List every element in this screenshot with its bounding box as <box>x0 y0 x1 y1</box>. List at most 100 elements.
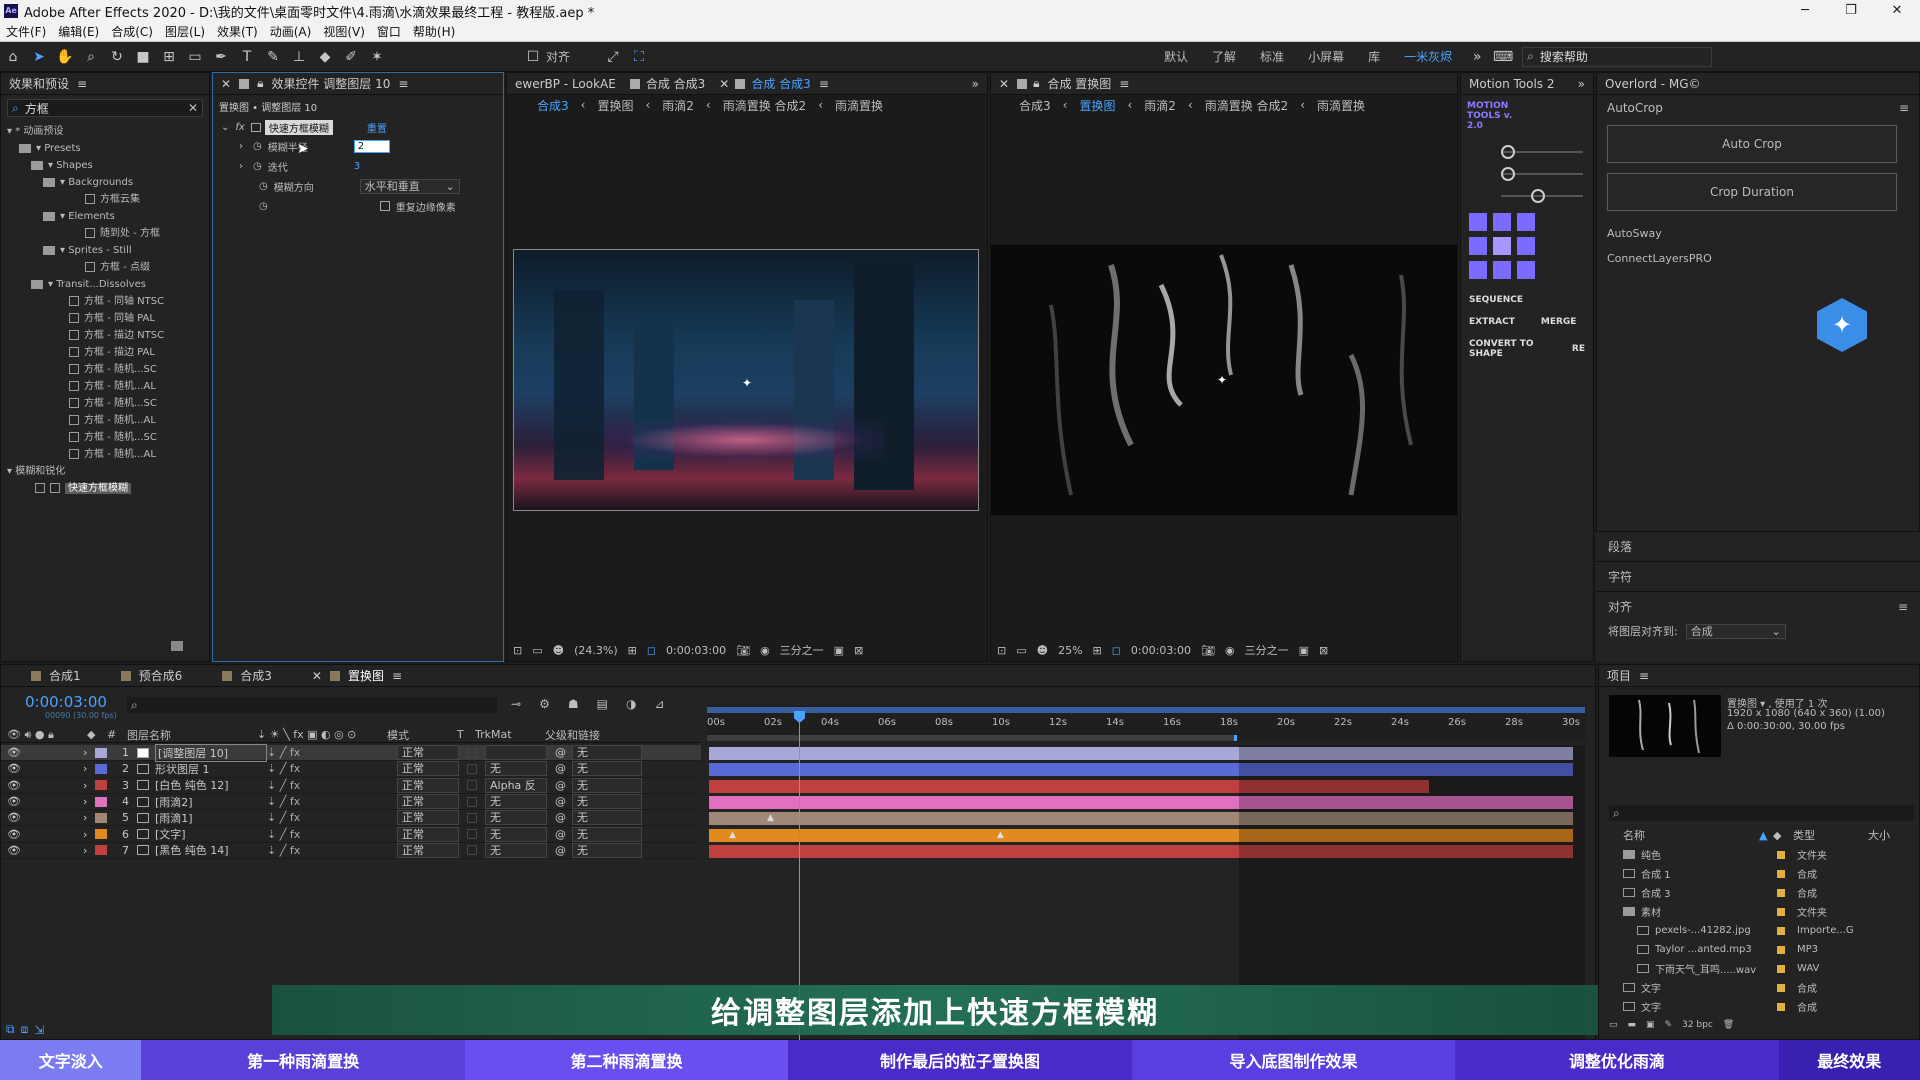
preserve-transparency-checkbox[interactable] <box>467 796 477 807</box>
monitor-icon[interactable]: ▭ <box>532 644 542 657</box>
chapter-1[interactable]: 文字淡入 <box>0 1040 142 1080</box>
motion-blur-icon[interactable]: ◑ <box>626 697 636 711</box>
tree-item[interactable]: 方框 - 描边 NTSC <box>1 327 209 344</box>
label-color-swatch[interactable] <box>1777 945 1785 954</box>
preserve-transparency-checkbox[interactable] <box>467 747 477 758</box>
pickwhip-icon[interactable]: @ <box>555 844 566 857</box>
draft-3d-icon[interactable]: ⚙ <box>539 697 550 711</box>
slider[interactable] <box>1471 167 1583 181</box>
anchor-grid[interactable] <box>1469 213 1585 279</box>
stopwatch-icon[interactable]: ◷ <box>259 181 268 192</box>
expand-icon[interactable]: › <box>83 844 95 857</box>
timecode[interactable]: 0:00:03:00 <box>25 693 107 711</box>
name-column-header[interactable]: 名称 <box>1609 827 1759 843</box>
effects-presets-tab[interactable]: 效果和预设 ≡ <box>1 73 209 95</box>
trkmat-dropdown[interactable] <box>485 745 547 761</box>
flow-node[interactable]: 雨滴置换 合成2 <box>723 97 806 114</box>
transparency-grid-icon[interactable]: ⊠ <box>854 644 863 657</box>
grid-icon[interactable]: ⊞ <box>1093 644 1102 657</box>
more-tabs-icon[interactable]: » <box>1578 77 1585 91</box>
workspace-standard[interactable]: 标准 <box>1248 48 1296 65</box>
restore-icon[interactable]: ❐ <box>1828 0 1874 22</box>
bpc-label[interactable]: 32 bpc <box>1682 1020 1713 1030</box>
close-tab-icon[interactable]: ✕ <box>312 669 322 683</box>
mode-header[interactable]: 模式 <box>387 727 457 743</box>
parent-dropdown[interactable]: 无 <box>572 826 642 842</box>
tree-item[interactable]: ▾ Sprites - Still <box>1 242 209 259</box>
lock-icon[interactable]: 🔒︎ <box>1033 76 1039 91</box>
crop-duration-button[interactable]: Crop Duration <box>1607 173 1897 211</box>
trkmat-dropdown[interactable]: 无 <box>485 842 547 858</box>
flow-node[interactable]: 雨滴置换 <box>1317 97 1365 114</box>
layer-row[interactable]: 👁︎ › 2 形状图层 1 ⇣ ╱ fx 正常 无 @ 无 <box>1 761 701 778</box>
layer-name[interactable]: [雨滴1] <box>155 810 267 826</box>
layer-row[interactable]: 👁︎ › 6 [文字] ⇣ ╱ fx 正常 无 @ 无 <box>1 826 701 843</box>
effect-controls-tab[interactable]: ✕ 🔒︎ 效果控件 调整图层 10 ≡ <box>213 73 503 95</box>
trash-icon[interactable]: 🗑︎ <box>1723 1020 1734 1030</box>
stopwatch-icon[interactable]: ◷ <box>253 141 262 152</box>
tree-item[interactable]: 方框 - 随机...AL <box>1 446 209 463</box>
mode-dropdown[interactable]: 正常 <box>397 761 459 777</box>
expand-icon[interactable]: › <box>239 141 243 152</box>
panel-menu-icon[interactable]: ≡ <box>398 77 408 91</box>
mode-dropdown[interactable]: 正常 <box>397 826 459 842</box>
menu-animation[interactable]: 动画(A) <box>264 22 318 42</box>
character-panel-title[interactable]: 字符 <box>1596 561 1920 591</box>
preserve-transparency-checkbox[interactable] <box>467 763 477 774</box>
visibility-icon[interactable]: 👁︎ <box>7 746 25 759</box>
anchor-cell[interactable] <box>1469 261 1487 279</box>
switches[interactable]: ⇣ ╱ fx <box>267 811 397 824</box>
project-item[interactable]: Taylor ...anted.mp3 MP3 <box>1609 940 1914 959</box>
grid-icon[interactable]: ⊞ <box>628 644 637 657</box>
iterations-value[interactable]: 3 <box>354 161 360 172</box>
mask-icon[interactable]: ☻ <box>1037 644 1048 657</box>
label-color-swatch[interactable] <box>1777 869 1785 878</box>
preserve-transparency-checkbox[interactable] <box>467 829 477 840</box>
color-channel-icon[interactable]: ◉ <box>760 644 770 657</box>
switches[interactable]: ⇣ ╱ fx <box>267 746 397 759</box>
close-tab-icon[interactable]: ✕ <box>999 77 1009 91</box>
blur-radius-input[interactable]: 2 <box>353 139 390 153</box>
home-icon[interactable]: ⌂ <box>2 46 24 68</box>
anchor-cell[interactable] <box>1469 237 1487 255</box>
expand-icon[interactable]: › <box>83 762 95 775</box>
label-color-swatch[interactable] <box>95 812 107 823</box>
blur-direction-dropdown[interactable]: 水平和垂直 ⌄ <box>359 178 460 194</box>
region-icon[interactable]: ▣ <box>834 644 844 657</box>
menu-help[interactable]: 帮助(H) <box>407 22 461 42</box>
current-time[interactable]: 0:00:03:00 <box>666 644 726 657</box>
always-preview-icon[interactable]: ⊡ <box>997 644 1006 657</box>
paragraph-panel-title[interactable]: 段落 <box>1596 532 1920 561</box>
workspace-learn[interactable]: 了解 <box>1200 48 1248 65</box>
reset-button[interactable]: 重置 <box>367 120 387 135</box>
layer-row[interactable]: 👁︎ › 4 [雨滴2] ⇣ ╱ fx 正常 无 @ 无 <box>1 793 701 811</box>
overlord-tab[interactable]: Overlord - MG© <box>1597 73 1919 95</box>
graph-editor-icon[interactable]: ⊿ <box>654 697 664 711</box>
tree-item[interactable]: 方框 - 随机...SC <box>1 361 209 378</box>
tab-lookae[interactable]: ewerBP - LookAE <box>515 77 616 91</box>
tree-item[interactable]: 方框云集 <box>1 191 209 208</box>
layer-name[interactable]: [雨滴2] <box>155 794 267 810</box>
tab-comp3-a[interactable]: 合成 合成3 <box>629 75 705 92</box>
effects-search-field[interactable]: ⌕ 方框 ✕ <box>7 99 203 117</box>
clear-search-icon[interactable]: ✕ <box>188 101 198 115</box>
viewer2-tab-label[interactable]: 合成 置换图 <box>1047 75 1111 92</box>
overlord-bird-icon[interactable]: ✦ <box>1817 298 1867 352</box>
menu-edit[interactable]: 编辑(E) <box>52 22 105 42</box>
work-area-end-bar[interactable] <box>707 735 1237 741</box>
layer-name[interactable]: 形状图层 1 <box>155 761 267 777</box>
anchor-cell[interactable] <box>1517 213 1535 231</box>
viewer1-canvas[interactable]: ✦ <box>513 249 979 511</box>
project-item[interactable]: pexels-...41282.jpg Importe...G <box>1609 921 1914 940</box>
switches[interactable]: ⇣ ╱ fx <box>267 795 397 808</box>
tree-item[interactable]: 方框 - 描边 PAL <box>1 344 209 361</box>
trkmat-dropdown[interactable]: Alpha 反 <box>485 777 547 793</box>
monitor-icon[interactable]: ▭ <box>1016 644 1026 657</box>
pickwhip-icon[interactable]: @ <box>555 795 566 808</box>
flow-node[interactable]: 雨滴2 <box>662 97 694 114</box>
pickwhip-icon[interactable]: @ <box>555 811 566 824</box>
anchor-cell[interactable] <box>1493 213 1511 231</box>
panel-menu-icon[interactable]: ≡ <box>1899 101 1909 115</box>
layer-row[interactable]: 👁︎ › 1 [调整图层 10] ⇣ ╱ fx 正常 @ 无 <box>1 743 701 762</box>
expand-icon[interactable]: › <box>83 828 95 841</box>
